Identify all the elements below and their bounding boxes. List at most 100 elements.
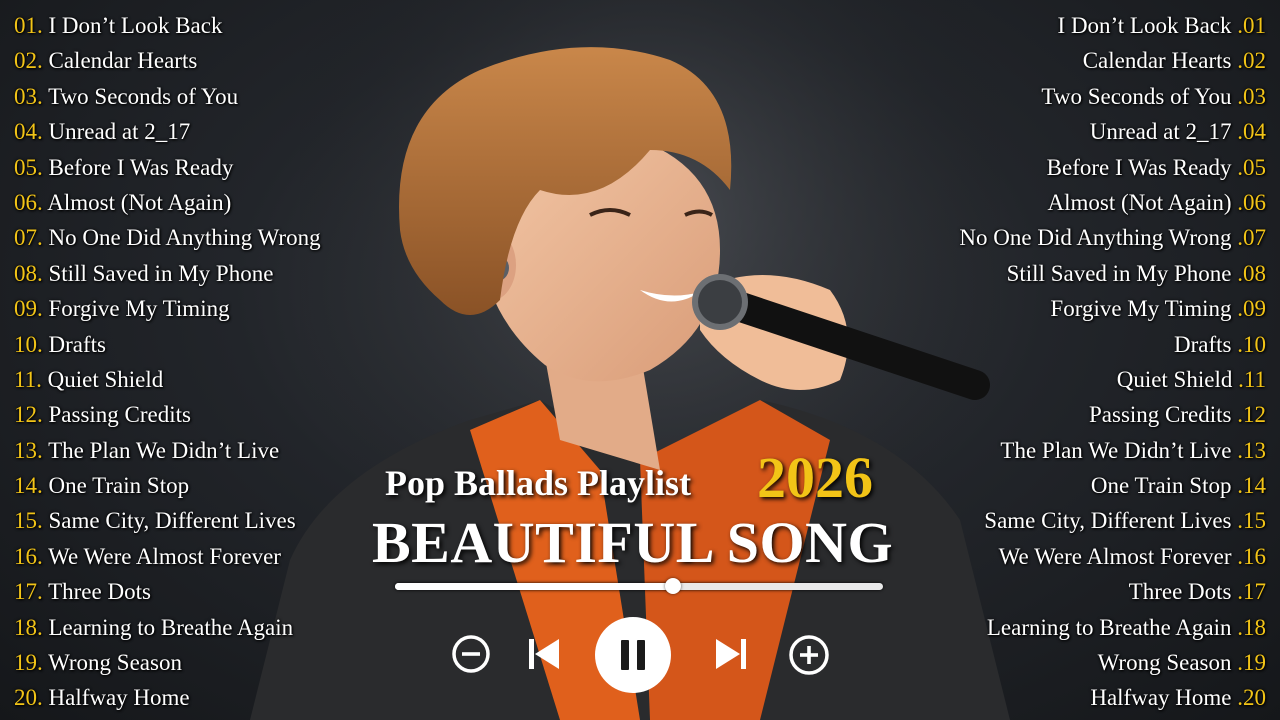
track-number: 20. xyxy=(14,685,43,711)
track-item[interactable]: 02. Calendar Hearts xyxy=(14,43,321,78)
track-title: We Were Almost Forever xyxy=(998,543,1232,569)
track-number: 15. xyxy=(14,508,43,534)
track-item[interactable]: 14. One Train Stop xyxy=(14,468,321,503)
track-number: 08. xyxy=(14,260,43,286)
track-item[interactable]: 20. Halfway Home xyxy=(14,680,321,715)
track-item[interactable]: 04. Unread at 2_17 xyxy=(14,114,321,149)
playlist-label: Pop Ballads Playlist xyxy=(385,463,692,503)
track-item[interactable]: No One Did Anything Wrong .07 xyxy=(959,220,1266,255)
track-number: 19. xyxy=(14,650,43,676)
track-item[interactable]: Drafts .10 xyxy=(959,327,1266,362)
track-title: Passing Credits xyxy=(48,402,191,428)
track-title: Same City, Different Lives xyxy=(48,508,296,534)
track-title: Forgive My Timing xyxy=(48,296,230,322)
track-item[interactable]: Learning to Breathe Again .18 xyxy=(959,610,1266,645)
track-item[interactable]: Forgive My Timing .09 xyxy=(959,291,1266,326)
track-item[interactable]: 05. Before I Was Ready xyxy=(14,150,321,185)
track-number: .12 xyxy=(1237,402,1266,428)
track-item[interactable]: Almost (Not Again) .06 xyxy=(959,185,1267,220)
track-title: Calendar Hearts xyxy=(48,48,198,74)
track-number: 16. xyxy=(14,543,43,569)
track-number: 04. xyxy=(14,119,43,145)
track-number: .05 xyxy=(1237,154,1266,180)
track-title: Passing Credits xyxy=(1089,402,1232,428)
track-number: 06. xyxy=(14,189,43,215)
track-title: Learning to Breathe Again xyxy=(48,614,294,640)
track-item[interactable]: Same City, Different Lives .15 xyxy=(959,503,1266,538)
track-title: Three Dots xyxy=(48,579,151,605)
track-item[interactable]: Three Dots .17 xyxy=(959,574,1266,609)
track-number: .18 xyxy=(1237,614,1266,640)
skip-next-icon[interactable] xyxy=(713,634,749,674)
track-number: 14. xyxy=(14,473,43,499)
track-item[interactable]: Two Seconds of You .03 xyxy=(959,79,1266,114)
track-number: 11. xyxy=(14,366,42,392)
track-item[interactable]: 19. Wrong Season xyxy=(14,645,321,680)
track-number: 09. xyxy=(14,296,43,322)
track-item[interactable]: Unread at 2_17 .04 xyxy=(959,114,1266,149)
pause-icon[interactable] xyxy=(594,616,672,694)
track-item[interactable]: 12. Passing Credits xyxy=(14,397,321,432)
track-item[interactable]: Passing Credits .12 xyxy=(959,397,1266,432)
track-number: .16 xyxy=(1237,543,1266,569)
track-item[interactable]: 07. No One Did Anything Wrong xyxy=(14,220,321,255)
track-number: 03. xyxy=(14,83,43,109)
track-title: No One Did Anything Wrong xyxy=(959,225,1232,251)
track-title: One Train Stop xyxy=(48,473,190,499)
track-number: 02. xyxy=(14,48,43,74)
main-title: BEAUTIFUL SONG xyxy=(372,510,894,575)
track-title: Drafts xyxy=(1174,331,1232,357)
track-number: .04 xyxy=(1237,119,1266,145)
track-title: Unread at 2_17 xyxy=(48,119,191,145)
track-item[interactable]: 11. Quiet Shield xyxy=(14,362,321,397)
track-item[interactable]: 16. We Were Almost Forever xyxy=(14,539,321,574)
track-number: 17. xyxy=(14,579,43,605)
track-number: 07. xyxy=(14,225,43,251)
minus-circle-icon[interactable] xyxy=(451,634,491,674)
track-title: One Train Stop xyxy=(1090,473,1232,499)
track-item[interactable]: 15. Same City, Different Lives xyxy=(14,503,321,538)
track-title: The Plan We Didn’t Live xyxy=(1000,437,1232,463)
track-number: 01. xyxy=(14,13,43,38)
track-number: .15 xyxy=(1237,508,1266,534)
track-item[interactable]: Halfway Home .20 xyxy=(959,680,1266,715)
track-item[interactable]: 18. Learning to Breathe Again xyxy=(14,610,321,645)
track-number: .14 xyxy=(1237,473,1266,499)
track-item[interactable]: I Don’t Look Back .01 xyxy=(959,8,1266,43)
track-item[interactable]: Calendar Hearts .02 xyxy=(959,43,1266,78)
track-number: 12. xyxy=(14,402,43,428)
track-number: .11 xyxy=(1238,366,1266,392)
track-item[interactable]: Quiet Shield .11 xyxy=(959,362,1266,397)
track-item[interactable]: We Were Almost Forever .16 xyxy=(959,539,1266,574)
year-label: 2026 xyxy=(757,445,873,510)
track-number: .06 xyxy=(1237,189,1266,215)
track-title: Still Saved in My Phone xyxy=(1006,260,1232,286)
track-item[interactable]: 10. Drafts xyxy=(14,327,321,362)
track-title: Before I Was Ready xyxy=(1046,154,1232,180)
track-item[interactable]: The Plan We Didn’t Live .13 xyxy=(959,433,1266,468)
track-title: The Plan We Didn’t Live xyxy=(48,437,280,463)
track-item[interactable]: Wrong Season .19 xyxy=(959,645,1266,680)
skip-previous-icon[interactable] xyxy=(526,634,562,674)
track-item[interactable]: 06. Almost (Not Again) xyxy=(14,185,321,220)
track-title: Unread at 2_17 xyxy=(1089,119,1232,145)
progress-bar[interactable] xyxy=(395,578,883,594)
track-list-left: 01. I Don’t Look Back 02. Calendar Hearts… xyxy=(14,8,321,716)
track-number: .01 xyxy=(1237,13,1266,38)
track-item[interactable]: 08. Still Saved in My Phone xyxy=(14,256,321,291)
plus-circle-icon[interactable] xyxy=(788,634,830,676)
track-item[interactable]: Still Saved in My Phone .08 xyxy=(959,256,1266,291)
track-number: .03 xyxy=(1237,83,1266,109)
track-item[interactable]: 01. I Don’t Look Back xyxy=(14,8,321,43)
track-title: Three Dots xyxy=(1128,579,1232,605)
track-number: .09 xyxy=(1237,296,1266,322)
track-item[interactable]: One Train Stop .14 xyxy=(959,468,1266,503)
progress-fill xyxy=(395,583,674,590)
track-item[interactable]: 17. Three Dots xyxy=(14,574,321,609)
track-item[interactable]: 13. The Plan We Didn’t Live xyxy=(14,433,321,468)
track-item[interactable]: Before I Was Ready .05 xyxy=(959,150,1266,185)
track-number: .19 xyxy=(1237,650,1266,676)
track-item[interactable]: 03. Two Seconds of You xyxy=(14,79,321,114)
title-block: Pop Ballads Playlist 2026 xyxy=(385,444,905,510)
track-item[interactable]: 09. Forgive My Timing xyxy=(14,291,321,326)
